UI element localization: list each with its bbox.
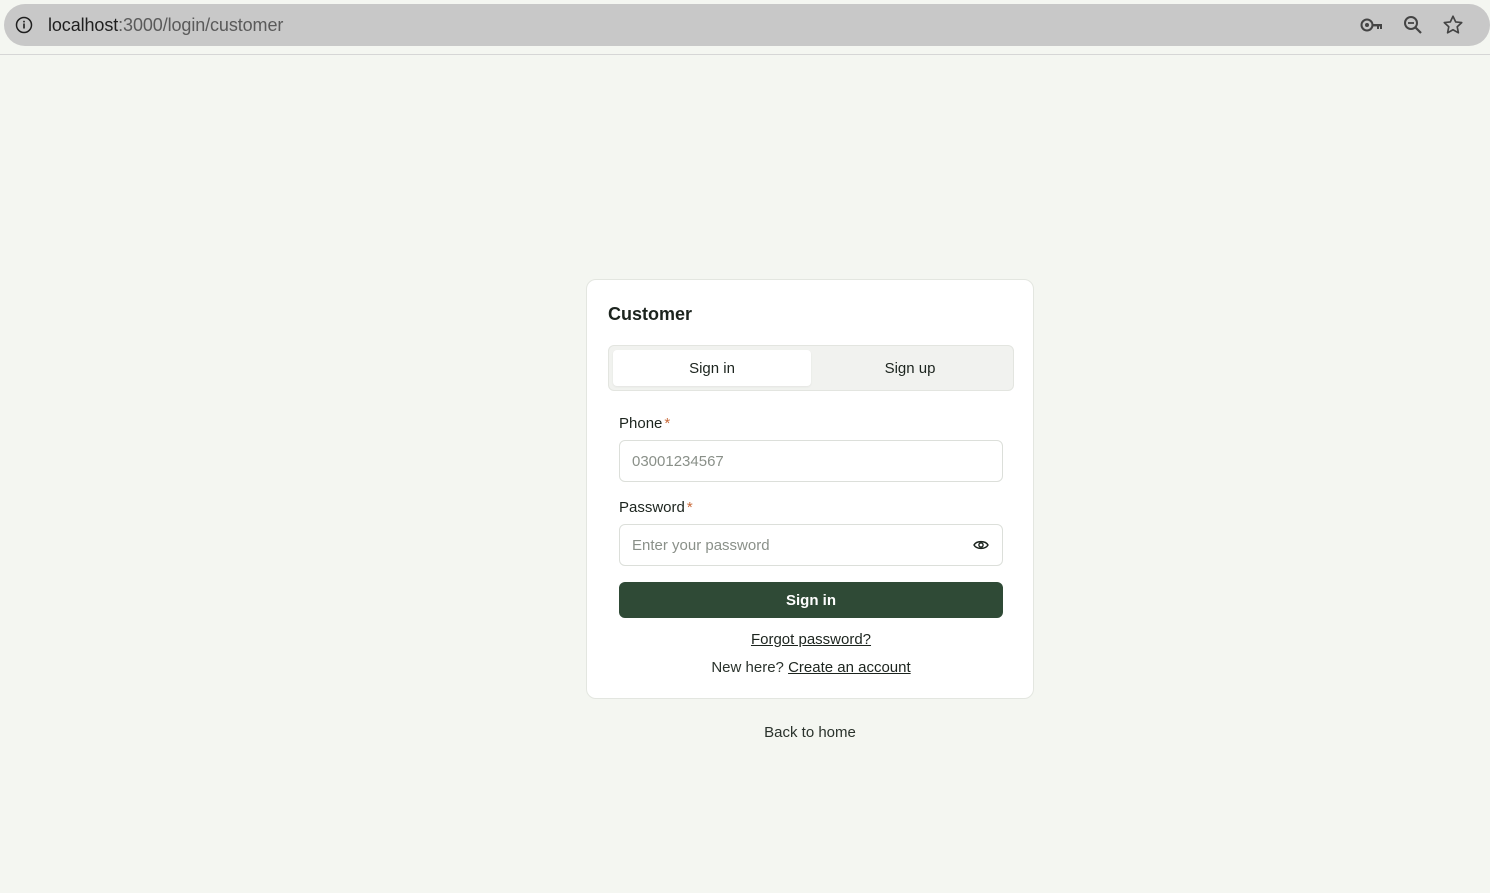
eye-icon[interactable] [971, 535, 991, 555]
url-text[interactable]: localhost:3000/login/customer [48, 15, 283, 35]
zoom-icon[interactable] [1401, 14, 1425, 36]
password-label: Password * [619, 499, 693, 516]
card-title: Customer [608, 304, 693, 324]
password-input[interactable] [619, 524, 1003, 566]
tab-sign-up[interactable]: Sign up [811, 350, 1009, 386]
url-host: localhost [48, 15, 119, 35]
password-label-text: Password [619, 499, 685, 516]
required-mark: * [686, 499, 693, 516]
browser-toolbar: localhost:3000/login/customer [0, 0, 1490, 55]
phone-label-text: Phone [619, 415, 663, 432]
key-icon[interactable] [1360, 14, 1384, 36]
star-icon[interactable] [1441, 14, 1465, 36]
back-to-home-link[interactable]: Back to home [0, 724, 1490, 741]
info-icon[interactable] [14, 15, 34, 35]
url-path: :3000/login/customer [118, 15, 284, 35]
login-card: Customer Sign in Sign up Phone* Password… [586, 279, 1034, 699]
auth-tabs: Sign in Sign up [608, 345, 1014, 391]
address-bar[interactable]: localhost:3000/login/customer [4, 4, 1490, 46]
required-mark: * [664, 415, 671, 432]
forgot-password-row: Forgot password? [587, 631, 1035, 648]
sign-in-button[interactable]: Sign in [619, 582, 1003, 618]
forgot-password-link[interactable]: Forgot password? [751, 631, 871, 648]
new-here-text: New here? [711, 659, 784, 676]
phone-label: Phone * [619, 415, 670, 432]
phone-input[interactable] [619, 440, 1003, 482]
tab-sign-in[interactable]: Sign in [613, 350, 811, 386]
create-account-link[interactable]: Create an account [788, 659, 911, 676]
create-account-row: New here? Create an account [587, 659, 1035, 676]
